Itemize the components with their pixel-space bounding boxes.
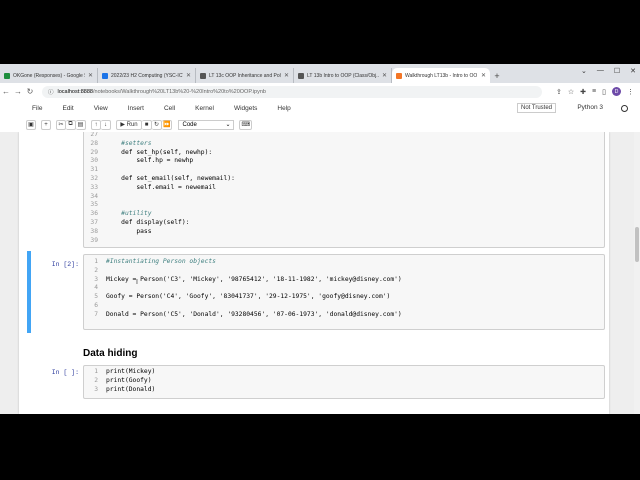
save-icon[interactable]: ▣ xyxy=(26,119,36,130)
stop-icon[interactable]: ■ xyxy=(142,119,152,130)
menu-insert[interactable]: Insert xyxy=(128,105,144,112)
code-line: 28 #setters xyxy=(90,139,152,147)
add-cell-icon[interactable]: + xyxy=(41,119,51,130)
url-field[interactable]: ⓘ localhost:8888/notebooks/Walkthrough%2… xyxy=(42,85,542,98)
jupyter-icon xyxy=(298,72,304,79)
close-tab-icon[interactable]: ✕ xyxy=(88,72,93,79)
code-line: 33 self.email = newemail xyxy=(90,183,216,191)
keyboard-icon[interactable]: ⌨ xyxy=(239,119,253,130)
notebook-page: 27 28 #setters 29 def set_hp(self, newhp… xyxy=(19,132,609,414)
address-bar: ← → ↻ ⓘ localhost:8888/notebooks/Walkthr… xyxy=(0,83,640,101)
cell-prompt: In [2]: xyxy=(51,261,79,268)
window-controls: ⌄ — ☐ ✕ xyxy=(581,67,636,75)
maximize-icon[interactable]: ☐ xyxy=(614,67,620,75)
code-line: 4 xyxy=(94,284,98,292)
run-button[interactable]: ▶ Run xyxy=(116,119,142,130)
browser-tab[interactable]: 2022/23 H2 Computing (YSC-ICT ✕ xyxy=(98,68,196,83)
code-line: 31 xyxy=(90,166,98,174)
tab-strip: OKGone (Responses) - Google Sh ✕ 2022/23 … xyxy=(0,64,640,83)
code-line: 36 #utility xyxy=(90,210,152,218)
code-line: 37 def display(self): xyxy=(90,218,190,226)
forward-icon[interactable]: → xyxy=(12,87,24,96)
menu-file[interactable]: File xyxy=(32,105,42,112)
menu-edit[interactable]: Edit xyxy=(62,105,73,112)
code-line: 34 xyxy=(90,192,98,200)
code-line: 38 pass xyxy=(90,227,152,235)
move-up-icon[interactable]: ↑ xyxy=(91,119,101,130)
code-line: 7 Donald = Person('C5', 'Donald', '932804… xyxy=(94,310,402,318)
code-editor[interactable]: 1 print(Mickey) 2 print(Goofy) 3 print(Dona… xyxy=(83,365,605,399)
menu-view[interactable]: View xyxy=(94,105,108,112)
cell-prompt: In [ ]: xyxy=(51,369,79,376)
info-icon[interactable]: ⓘ xyxy=(48,88,54,96)
code-line: 35 xyxy=(90,201,98,209)
menu-widgets[interactable]: Widgets xyxy=(234,105,257,112)
code-line: 3 Mickey = Person('C3', 'Mickey', '987654… xyxy=(94,275,402,283)
code-line: 5 Goofy = Person('C4', 'Goofy', '83041737… xyxy=(94,293,391,301)
sidepanel-icon[interactable]: ▯ xyxy=(602,88,606,96)
jupyter-icon xyxy=(200,72,206,79)
browser-window: OKGone (Responses) - Google Sh ✕ 2022/23 … xyxy=(0,64,640,414)
close-tab-icon[interactable]: ✕ xyxy=(481,72,486,79)
new-tab-button[interactable]: + xyxy=(490,68,504,83)
extension-icon[interactable]: ✚ xyxy=(580,88,586,96)
jupyter-icon xyxy=(396,72,402,79)
kernel-status-icon xyxy=(621,105,628,112)
close-tab-icon[interactable]: ✕ xyxy=(186,72,191,79)
jupyter-menubar: File Edit View Insert Cell Kernel Widget… xyxy=(0,100,640,117)
code-line: 1 print(Mickey) xyxy=(94,368,156,375)
copy-icon[interactable]: ⧉ xyxy=(66,119,76,130)
kernel-name: Python 3 xyxy=(577,104,603,111)
code-line: 3 print(Donald) xyxy=(94,385,156,393)
close-icon[interactable]: ✕ xyxy=(630,67,636,75)
restart-icon[interactable]: ↻ xyxy=(152,119,162,130)
menu-kernel[interactable]: Kernel xyxy=(195,105,214,112)
browser-tab-active[interactable]: Walkthrough LT13b - Intro to OO ✕ xyxy=(392,68,490,83)
jupyter-toolbar: ▣ + ✂ ⧉ ▤ ↑ ↓ ▶ Run ■ ↻ ⏩ Code ⌄ ⌨ xyxy=(0,117,640,133)
star-icon[interactable]: ☆ xyxy=(568,88,574,96)
code-line: 32 def set_email(self, newemail): xyxy=(90,174,235,182)
markdown-heading[interactable]: Data hiding xyxy=(83,348,137,359)
reload-icon[interactable]: ↻ xyxy=(24,87,36,96)
classroom-icon xyxy=(102,72,108,79)
code-line: 6 xyxy=(94,301,98,309)
browser-tab[interactable]: LT 13b Intro to OOP (Class/Obj... ✕ xyxy=(294,68,392,83)
back-icon[interactable]: ← xyxy=(0,87,12,96)
trust-button[interactable]: Not Trusted xyxy=(516,103,556,113)
code-line: 27 xyxy=(90,132,98,138)
text-cursor-icon: I xyxy=(136,279,138,286)
code-line: 30 self.hp = newhp xyxy=(90,157,194,165)
code-line: 2 print(Goofy) xyxy=(94,376,152,384)
notebook-area: 27 28 #setters 29 def set_hp(self, newhp… xyxy=(0,132,640,414)
move-down-icon[interactable]: ↓ xyxy=(101,119,111,130)
browser-tab[interactable]: LT 13c OOP Inheritance and Poly ✕ xyxy=(196,68,294,83)
code-line: 2 xyxy=(94,266,98,274)
scrollbar-thumb[interactable] xyxy=(635,227,639,262)
chevron-down-icon[interactable]: ⌄ xyxy=(581,67,587,75)
menu-help[interactable]: Help xyxy=(277,105,290,112)
scrollbar[interactable] xyxy=(634,132,640,414)
browser-tab[interactable]: OKGone (Responses) - Google Sh ✕ xyxy=(0,68,98,83)
code-line: 1 #Instantiating Person objects xyxy=(94,258,216,265)
browser-actions: ⇪ ☆ ✚ ≡ ▯ D ⋮ xyxy=(556,87,640,96)
cut-icon[interactable]: ✂ xyxy=(56,119,66,130)
avatar[interactable]: D xyxy=(612,87,621,96)
sheets-icon xyxy=(4,72,10,79)
fast-forward-icon[interactable]: ⏩ xyxy=(162,119,173,130)
paste-icon[interactable]: ▤ xyxy=(76,119,86,130)
minimize-icon[interactable]: — xyxy=(597,67,604,75)
code-editor[interactable]: 27 28 #setters 29 def set_hp(self, newhp… xyxy=(83,132,605,248)
code-line: 39 xyxy=(90,236,98,244)
close-tab-icon[interactable]: ✕ xyxy=(284,72,289,79)
close-tab-icon[interactable]: ✕ xyxy=(382,72,387,79)
share-icon[interactable]: ⇪ xyxy=(556,88,562,96)
cell-type-select[interactable]: Code ⌄ xyxy=(178,119,235,130)
chevron-down-icon: ⌄ xyxy=(225,122,231,128)
more-icon[interactable]: ⋮ xyxy=(627,88,634,96)
code-line: 29 def set_hp(self, newhp): xyxy=(90,148,213,156)
queue-icon[interactable]: ≡ xyxy=(592,88,596,95)
code-editor[interactable]: 1 #Instantiating Person objects 2 3 Mickey… xyxy=(83,254,605,330)
menu-cell[interactable]: Cell xyxy=(164,105,175,112)
